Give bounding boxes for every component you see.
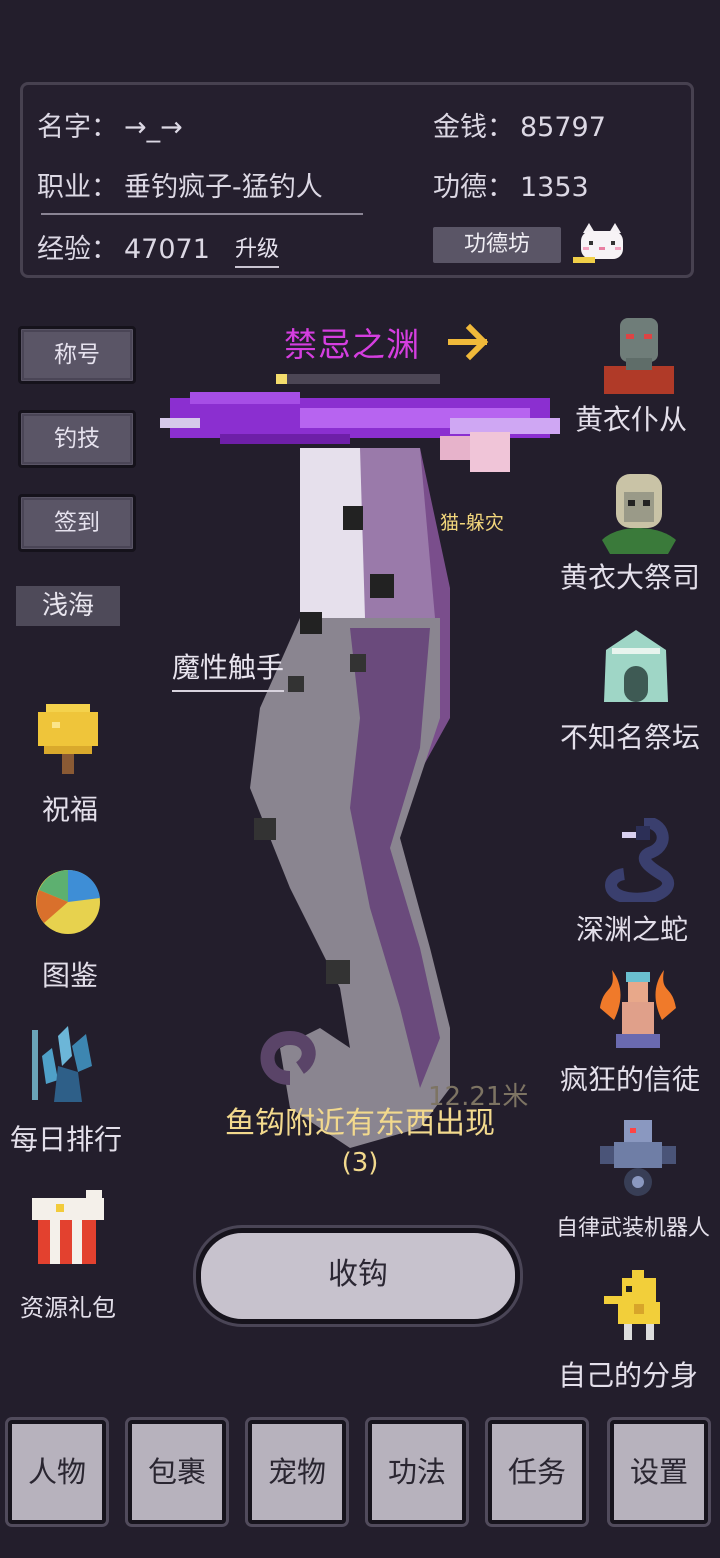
codex-label[interactable]: 图鉴 bbox=[0, 954, 140, 994]
exp-stat: 经验： 47071 bbox=[37, 227, 210, 266]
popcorn-gift-icon[interactable] bbox=[26, 1190, 110, 1264]
merit-stat: 功德： 1353 bbox=[433, 165, 589, 204]
tentacle-creature-image bbox=[160, 392, 560, 1148]
exp-label: 经验： bbox=[37, 234, 118, 265]
creature-label: 魔性触手 bbox=[172, 646, 285, 692]
zone-tag: 浅海 bbox=[16, 586, 120, 626]
money-label: 金钱： bbox=[433, 112, 514, 143]
merit-label: 功德： bbox=[433, 172, 514, 203]
area-title: 禁忌之渊 bbox=[284, 325, 420, 364]
robot-label[interactable]: 自律武装机器人 bbox=[556, 1210, 710, 1242]
catch-progress-bar bbox=[276, 374, 440, 384]
fishing-skill-button[interactable]: 钓技 bbox=[18, 410, 136, 468]
merit-value: 1353 bbox=[520, 172, 589, 203]
ranking-label[interactable]: 每日排行 bbox=[0, 1118, 136, 1158]
catch-progress-fill bbox=[276, 374, 288, 384]
money-stat: 金钱： 85797 bbox=[433, 105, 606, 144]
tab-tasks[interactable]: 任务 bbox=[488, 1420, 586, 1524]
job-label: 职业： bbox=[37, 172, 118, 203]
countdown: (3) bbox=[341, 1148, 379, 1178]
high-priest-icon[interactable] bbox=[598, 470, 680, 554]
bite-notice: 鱼钩附近有东西出现 bbox=[225, 1106, 495, 1141]
tab-character[interactable]: 人物 bbox=[8, 1420, 106, 1524]
tab-skills[interactable]: 功法 bbox=[368, 1420, 466, 1524]
gift-label[interactable]: 资源礼包 bbox=[0, 1288, 138, 1323]
tab-bag[interactable]: 包裹 bbox=[128, 1420, 226, 1524]
servant-label[interactable]: 黄衣仆从 bbox=[575, 398, 687, 438]
ranking-crystal-icon[interactable] bbox=[28, 1026, 104, 1104]
yellow-servant-icon[interactable] bbox=[596, 312, 682, 394]
tab-settings[interactable]: 设置 bbox=[610, 1420, 708, 1524]
checkin-button[interactable]: 签到 bbox=[18, 494, 136, 552]
codex-icon[interactable] bbox=[34, 868, 102, 936]
snake-label[interactable]: 深渊之蛇 bbox=[576, 908, 688, 948]
merit-shop-button[interactable]: 功德坊 bbox=[433, 227, 561, 263]
high-priest-label[interactable]: 黄衣大祭司 bbox=[560, 556, 700, 596]
stats-panel: 名字： →_→ 职业： 垂钓疯子-猛钓人 经验： 47071 升级 金钱： 85797 … bbox=[20, 82, 694, 278]
blessing-label[interactable]: 祝福 bbox=[0, 788, 140, 828]
upgrade-button[interactable]: 升级 bbox=[235, 231, 280, 268]
name-stat: 名字： →_→ bbox=[37, 105, 183, 144]
name-label: 名字： bbox=[37, 112, 118, 143]
cat-icon[interactable] bbox=[573, 223, 633, 267]
job-stat: 职业： 垂钓疯子-猛钓人 bbox=[37, 165, 323, 204]
arrow-right-icon[interactable] bbox=[448, 322, 490, 362]
mad-believer-icon[interactable] bbox=[596, 964, 680, 1050]
name-value: →_→ bbox=[124, 112, 183, 143]
job-value: 垂钓疯子-猛钓人 bbox=[124, 172, 323, 203]
exp-value: 47071 bbox=[124, 234, 210, 265]
title-button[interactable]: 称号 bbox=[18, 326, 136, 384]
clone-icon[interactable] bbox=[604, 1270, 674, 1340]
abyss-snake-icon[interactable] bbox=[594, 818, 678, 902]
robot-icon[interactable] bbox=[596, 1116, 680, 1198]
altar-label[interactable]: 不知名祭坛 bbox=[560, 716, 700, 756]
reel-in-button[interactable]: 收钩 bbox=[196, 1228, 520, 1324]
altar-icon[interactable] bbox=[596, 626, 676, 706]
money-value: 85797 bbox=[520, 112, 606, 143]
tree-icon[interactable] bbox=[34, 702, 102, 774]
buff-label: 猫-躲灾 bbox=[440, 512, 504, 534]
believer-label[interactable]: 疯狂的信徒 bbox=[560, 1058, 700, 1098]
divider bbox=[41, 213, 363, 215]
clone-label[interactable]: 自己的分身 bbox=[558, 1354, 698, 1394]
tab-pets[interactable]: 宠物 bbox=[248, 1420, 346, 1524]
